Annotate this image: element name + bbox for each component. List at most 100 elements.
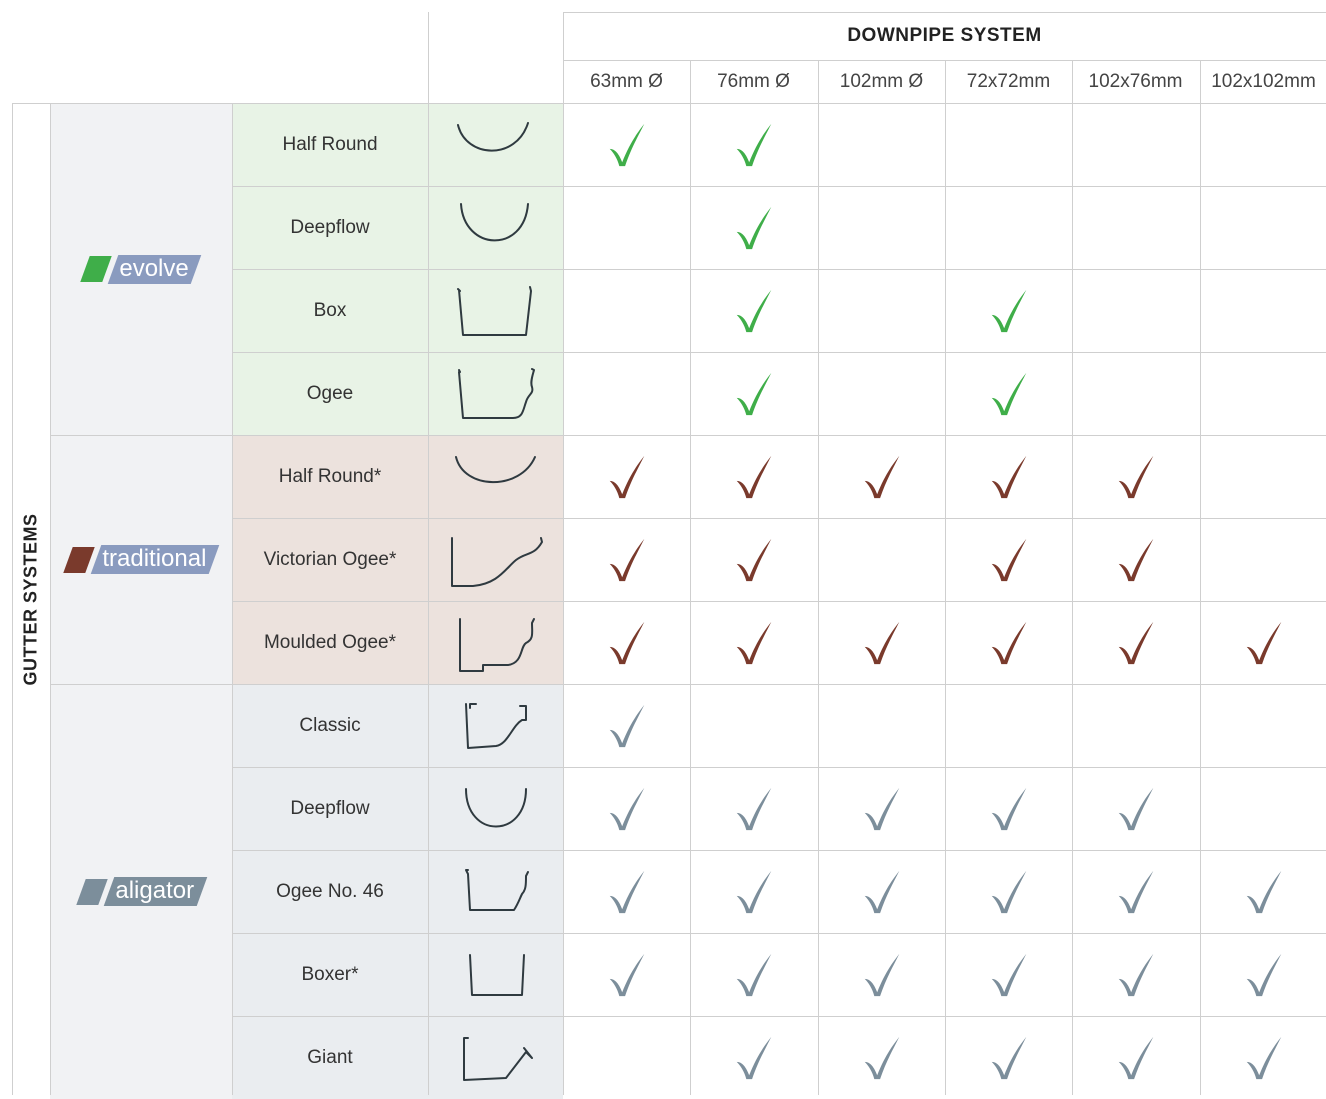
check-mark xyxy=(1200,933,1326,1016)
gutter-systems-text: GUTTER SYSTEMS xyxy=(20,512,41,686)
profile-divider-line xyxy=(563,12,564,1095)
check-mark xyxy=(818,601,945,684)
check-icon xyxy=(991,870,1026,913)
check-mark xyxy=(563,435,690,518)
gutter-name: Deepflow xyxy=(232,186,428,269)
check-icon xyxy=(1246,621,1281,664)
giant-profile-icon xyxy=(463,1037,533,1081)
gutter-name: Half Round* xyxy=(232,435,428,518)
check-icon xyxy=(991,538,1026,581)
check-mark xyxy=(1072,435,1199,518)
gutter-name: Box xyxy=(232,269,428,352)
check-mark xyxy=(563,933,690,1016)
moulded-ogee-profile-icon xyxy=(459,618,535,672)
profile-cell xyxy=(428,103,563,186)
check-mark xyxy=(690,933,817,1016)
check-mark xyxy=(563,518,690,601)
check-mark xyxy=(563,767,690,850)
gutter-name: Boxer* xyxy=(232,933,428,1016)
brand-cell-traditional: traditional xyxy=(50,435,232,684)
check-icon xyxy=(991,1036,1026,1079)
check-icon xyxy=(736,372,771,415)
gutter-name: Moulded Ogee* xyxy=(232,601,428,684)
check-mark xyxy=(945,435,1072,518)
check-mark xyxy=(563,103,690,186)
gutter-name: Ogee xyxy=(232,352,428,435)
check-icon xyxy=(864,455,899,498)
ogee-profile-icon xyxy=(458,368,535,419)
check-icon xyxy=(736,289,771,332)
check-icon xyxy=(609,870,644,913)
check-mark xyxy=(690,269,817,352)
check-icon xyxy=(864,953,899,996)
brand-cell-aligator: aligator xyxy=(50,684,232,1099)
check-mark xyxy=(690,435,817,518)
aligator-logo: aligator xyxy=(75,877,207,906)
check-mark xyxy=(690,850,817,933)
check-mark xyxy=(945,269,1072,352)
name-divider-line xyxy=(428,12,429,1095)
check-icon xyxy=(864,1036,899,1079)
row-divider xyxy=(232,850,1326,851)
check-icon xyxy=(864,787,899,830)
check-icon xyxy=(991,372,1026,415)
check-mark xyxy=(818,1016,945,1099)
ogee-46-profile-icon xyxy=(465,869,529,911)
column-header: 72x72mm xyxy=(966,70,1051,92)
profile-cell xyxy=(428,684,563,767)
column-divider-line xyxy=(945,60,946,1095)
check-mark xyxy=(945,767,1072,850)
box-profile-icon xyxy=(457,286,532,336)
check-mark xyxy=(1072,518,1199,601)
column-divider-line xyxy=(1072,60,1073,1095)
check-icon xyxy=(736,538,771,581)
check-icon xyxy=(991,289,1026,332)
victorian-ogee-profile-icon xyxy=(451,537,543,587)
check-icon xyxy=(736,621,771,664)
check-mark xyxy=(818,435,945,518)
half-round-profile-icon xyxy=(457,122,529,152)
evolve-logo: evolve xyxy=(80,254,202,284)
logo-wordmark: aligator xyxy=(103,877,207,906)
gutter-name: Victorian Ogee* xyxy=(232,518,428,601)
column-header: 76mm Ø xyxy=(717,70,790,92)
gutter-name: Deepflow xyxy=(232,767,428,850)
check-mark xyxy=(690,767,817,850)
outer-left-line xyxy=(12,103,13,1095)
check-mark xyxy=(1072,850,1199,933)
check-icon xyxy=(609,787,644,830)
logo-swatch-icon xyxy=(63,546,95,573)
check-icon xyxy=(736,206,771,249)
half-round-shallow-profile-icon xyxy=(455,456,536,484)
check-mark xyxy=(945,601,1072,684)
gutter-systems-label: GUTTER SYSTEMS xyxy=(12,103,50,1095)
check-mark xyxy=(690,352,817,435)
header-bottom-line xyxy=(12,103,1326,104)
row-divider xyxy=(232,601,1326,602)
header-top-line xyxy=(563,12,1326,13)
gutter-name: Classic xyxy=(232,684,428,767)
row-divider xyxy=(232,933,1326,934)
check-icon xyxy=(609,953,644,996)
check-icon xyxy=(1118,953,1153,996)
profile-cell xyxy=(428,933,563,1016)
check-icon xyxy=(736,1036,771,1079)
check-icon xyxy=(991,787,1026,830)
logo-text: evolve xyxy=(119,254,190,282)
profile-cell xyxy=(428,352,563,435)
check-mark xyxy=(945,933,1072,1016)
check-mark xyxy=(690,186,817,269)
traditional-logo: traditional xyxy=(63,545,220,574)
column-header: 102x76mm xyxy=(1088,70,1183,92)
profile-cell xyxy=(428,601,563,684)
check-icon xyxy=(991,621,1026,664)
profile-cell xyxy=(428,1016,563,1099)
profile-cell xyxy=(428,518,563,601)
check-icon xyxy=(609,123,644,166)
gutter-name: Giant xyxy=(232,1016,428,1099)
check-mark xyxy=(1072,601,1199,684)
check-icon xyxy=(1118,870,1153,913)
check-icon xyxy=(864,870,899,913)
profile-cell xyxy=(428,850,563,933)
gutter-name: Half Round xyxy=(232,103,428,186)
